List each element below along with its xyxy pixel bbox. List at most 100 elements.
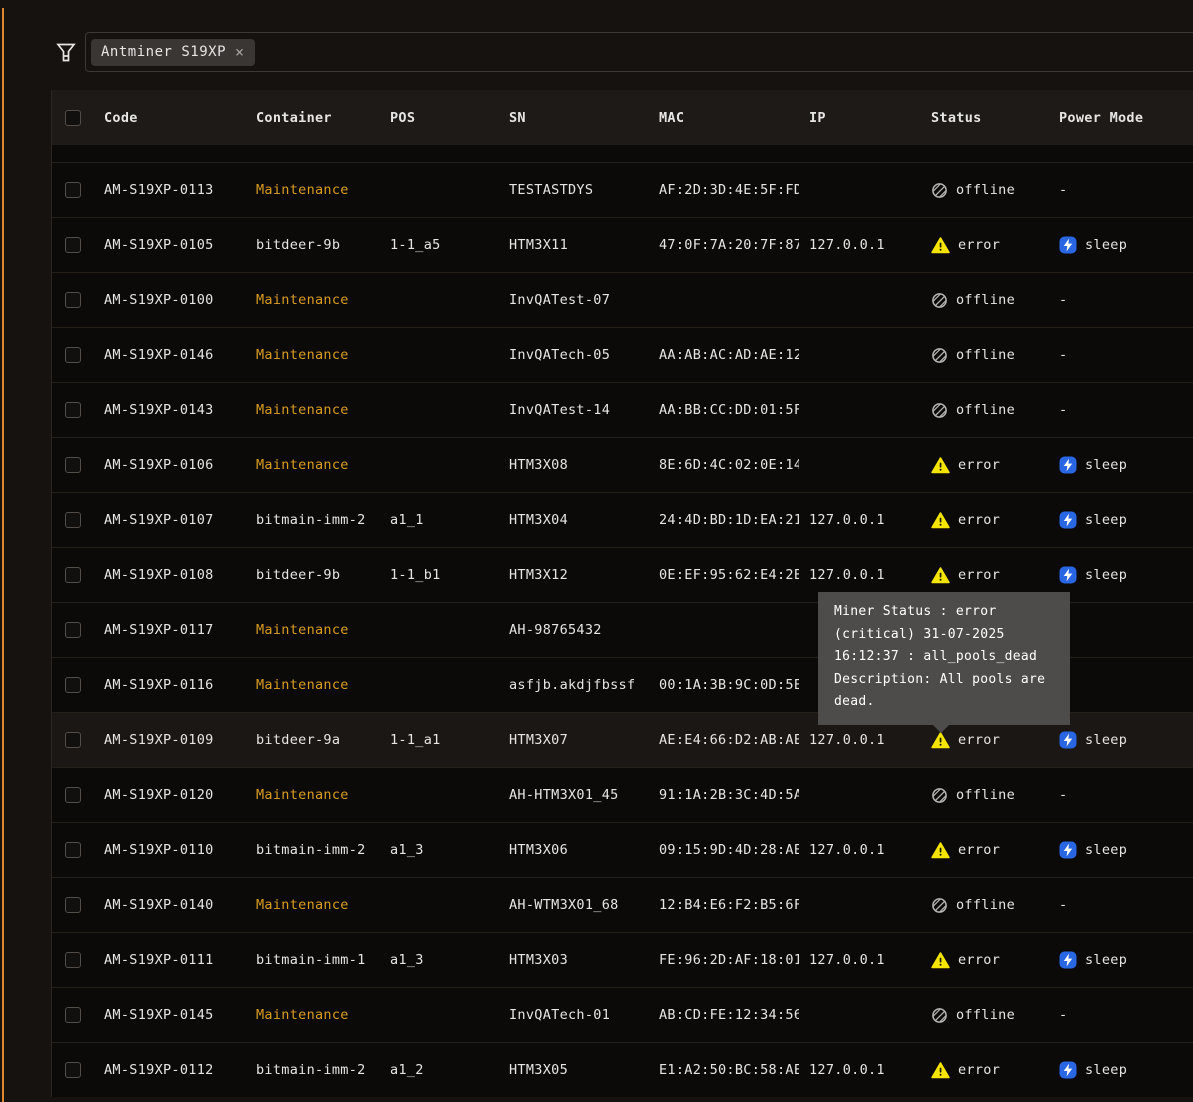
cell-power-mode: - <box>1049 273 1193 327</box>
cell-ip: 127.0.0.1 <box>799 1043 921 1097</box>
table-row[interactable]: AM-S19XP-0146MaintenanceInvQATech-05AA:A… <box>52 327 1193 382</box>
cell-mac: 0E:EF:95:62:E4:2E <box>649 548 799 602</box>
column-header-container[interactable]: Container <box>246 90 380 145</box>
cell-code: AM-S19XP-0146 <box>94 328 246 382</box>
cell-status: error <box>921 823 1049 877</box>
select-all-checkbox[interactable] <box>65 110 81 126</box>
cell-container: Maintenance <box>246 273 380 327</box>
cell-mac: E1:A2:50:BC:58:AE <box>649 1043 799 1097</box>
row-checkbox[interactable] <box>65 842 81 858</box>
cell-status: error <box>921 933 1049 987</box>
cell-pos: a1_3 <box>380 933 499 987</box>
table-row[interactable]: AM-S19XP-0111bitmain-imm-1a1_3HTM3X03FE:… <box>52 932 1193 987</box>
row-checkbox[interactable] <box>65 1062 81 1078</box>
warning-icon[interactable] <box>931 842 950 859</box>
row-checkbox[interactable] <box>65 1007 81 1023</box>
filter-chip[interactable]: Antminer S19XP × <box>91 39 255 66</box>
cell-mac: 24:4D:BD:1D:EA:21 <box>649 493 799 547</box>
row-checkbox[interactable] <box>65 677 81 693</box>
cell-mac: AF:2D:3D:4E:5F:FD <box>649 163 799 217</box>
column-header-code[interactable]: Code <box>94 90 246 145</box>
row-checkbox[interactable] <box>65 457 81 473</box>
row-checkbox[interactable] <box>65 897 81 913</box>
warning-icon[interactable] <box>931 1062 950 1079</box>
power-mode-label: - <box>1059 897 1067 913</box>
warning-icon[interactable] <box>931 567 950 584</box>
row-checkbox[interactable] <box>65 787 81 803</box>
power-mode-label: - <box>1059 292 1067 308</box>
status-label: error <box>958 952 1000 968</box>
cell-checkbox <box>52 823 94 877</box>
cell-pos: 1-1_a1 <box>380 713 499 767</box>
column-header-sn[interactable]: SN <box>499 90 649 145</box>
table-row[interactable]: AM-S19XP-0112bitmain-imm-2a1_2HTM3X05E1:… <box>52 1042 1193 1097</box>
cell-sn: InvQATest-14 <box>499 383 649 437</box>
cell-sn: HTM3X07 <box>499 713 649 767</box>
cell-power-mode: sleep <box>1049 218 1193 272</box>
row-checkbox[interactable] <box>65 622 81 638</box>
cell-power-mode: sleep <box>1049 933 1193 987</box>
cell-pos <box>380 603 499 657</box>
table-row[interactable]: AM-S19XP-0143MaintenanceInvQATest-14AA:B… <box>52 382 1193 437</box>
status-tooltip: Miner Status : error (critical) 31-07-20… <box>818 592 1070 725</box>
cell-power-mode: sleep <box>1049 1043 1193 1097</box>
cell-pos: 1-1_a5 <box>380 218 499 272</box>
chip-close-icon[interactable]: × <box>235 45 245 60</box>
cell-code: AM-S19XP-0109 <box>94 713 246 767</box>
cell-sn: AH-98765432 <box>499 603 649 657</box>
table-row[interactable]: AM-S19XP-0120MaintenanceAH-HTM3X01_4591:… <box>52 767 1193 822</box>
table-row[interactable]: AM-S19XP-0106MaintenanceHTM3X088E:6D:4C:… <box>52 437 1193 492</box>
filter-funnel-icon[interactable] <box>56 42 76 63</box>
offline-icon <box>931 1007 948 1024</box>
row-checkbox[interactable] <box>65 237 81 253</box>
table-row[interactable]: AM-S19XP-0100MaintenanceInvQATest-07offl… <box>52 272 1193 327</box>
column-header-power-mode[interactable]: Power Mode <box>1049 90 1193 145</box>
row-checkbox[interactable] <box>65 292 81 308</box>
row-checkbox[interactable] <box>65 402 81 418</box>
column-header-pos[interactable]: POS <box>380 90 499 145</box>
cell-pos: a1_3 <box>380 823 499 877</box>
table-row[interactable]: AM-S19XP-0145MaintenanceInvQATech-01AB:C… <box>52 987 1193 1042</box>
cell-ip <box>799 438 921 492</box>
cell-power-mode <box>1049 658 1193 712</box>
cell-code: AM-S19XP-0112 <box>94 1043 246 1097</box>
row-checkbox[interactable] <box>65 182 81 198</box>
filter-input[interactable]: Antminer S19XP × <box>85 32 1193 72</box>
cell-power-mode: - <box>1049 768 1193 822</box>
column-header-status[interactable]: Status <box>921 90 1049 145</box>
table-row[interactable]: AM-S19XP-0110bitmain-imm-2a1_3HTM3X0609:… <box>52 822 1193 877</box>
warning-icon[interactable] <box>931 237 950 254</box>
warning-icon[interactable] <box>931 457 950 474</box>
offline-icon <box>931 347 948 364</box>
cell-power-mode: - <box>1049 163 1193 217</box>
cell-checkbox <box>52 493 94 547</box>
row-checkbox[interactable] <box>65 732 81 748</box>
status-label: offline <box>956 787 1015 803</box>
power-mode-label: sleep <box>1085 1062 1127 1078</box>
power-mode-label: - <box>1059 402 1067 418</box>
row-checkbox[interactable] <box>65 567 81 583</box>
sleep-bolt-icon <box>1059 456 1077 474</box>
cell-mac: 8E:6D:4C:02:0E:14 <box>649 438 799 492</box>
table-row[interactable]: AM-S19XP-0105bitdeer-9b1-1_a5HTM3X1147:0… <box>52 217 1193 272</box>
warning-icon[interactable] <box>931 512 950 529</box>
column-header-mac[interactable]: MAC <box>649 90 799 145</box>
cell-mac: 00:1A:3B:9C:0D:5E <box>649 658 799 712</box>
row-checkbox[interactable] <box>65 347 81 363</box>
warning-icon[interactable] <box>931 732 950 749</box>
sleep-bolt-icon <box>1059 951 1077 969</box>
status-label: offline <box>956 897 1015 913</box>
table-row[interactable]: AM-S19XP-0113MaintenanceTESTASTDYSAF:2D:… <box>52 162 1193 217</box>
table-row[interactable]: AM-S19XP-0140MaintenanceAH-WTM3X01_6812:… <box>52 877 1193 932</box>
warning-icon[interactable] <box>931 952 950 969</box>
table-row[interactable]: AM-S19XP-0107bitmain-imm-2a1_1HTM3X0424:… <box>52 492 1193 547</box>
cell-container: Maintenance <box>246 768 380 822</box>
cell-sn: InvQATech-01 <box>499 988 649 1042</box>
column-header-ip[interactable]: IP <box>799 90 921 145</box>
cell-checkbox <box>52 218 94 272</box>
row-checkbox[interactable] <box>65 952 81 968</box>
cell-ip <box>799 988 921 1042</box>
sleep-bolt-icon <box>1059 566 1077 584</box>
cell-ip: 127.0.0.1 <box>799 933 921 987</box>
row-checkbox[interactable] <box>65 512 81 528</box>
